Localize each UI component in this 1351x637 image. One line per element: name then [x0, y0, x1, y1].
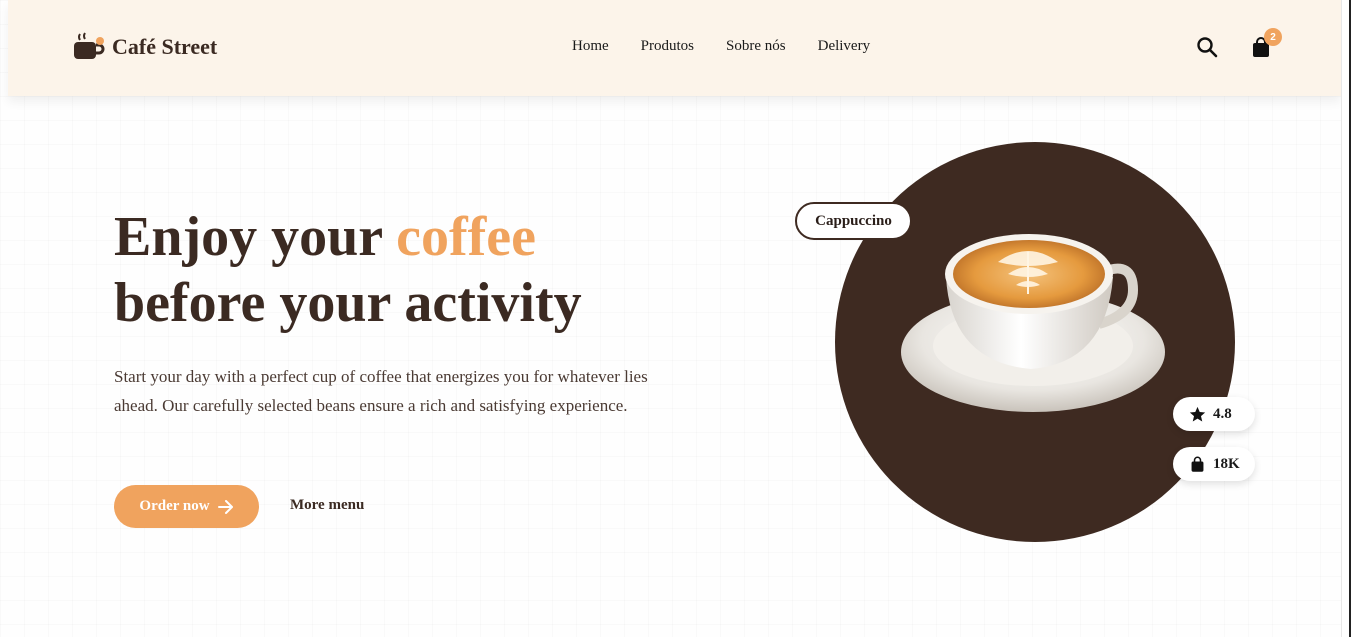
site-header: Café Street Home Produtos Sobre nós Deli… — [8, 0, 1341, 96]
arrow-right-icon — [217, 499, 233, 514]
hero-title-part2: before your activity — [114, 272, 582, 334]
star-icon — [1189, 406, 1206, 422]
page: Café Street Home Produtos Sobre nós Deli… — [0, 0, 1341, 637]
order-now-label: Order now — [139, 498, 210, 514]
search-icon[interactable] — [1196, 36, 1218, 58]
brand-name: Café Street — [112, 34, 218, 59]
nav-item-produtos[interactable]: Produtos — [641, 38, 694, 55]
nav-item-delivery[interactable]: Delivery — [818, 38, 870, 55]
cart-count-badge: 2 — [1264, 28, 1282, 46]
coffee-cup-logo-icon — [74, 32, 105, 59]
cappuccino-cup-image — [901, 234, 1165, 412]
hero-title-accent: coffee — [396, 206, 537, 268]
sold-count-pill: 18K — [1173, 447, 1255, 481]
nav-item-home[interactable]: Home — [572, 38, 609, 55]
more-menu-link[interactable]: More menu — [290, 497, 364, 514]
brand-logo[interactable]: Café Street — [72, 30, 217, 64]
hero-description: Start your day with a perfect cup of cof… — [114, 367, 648, 415]
sold-count-value: 18K — [1213, 455, 1240, 472]
shopping-bag-icon — [1191, 456, 1204, 472]
main-nav: Home Produtos Sobre nós Delivery — [572, 38, 870, 55]
scrollbar[interactable] — [1341, 0, 1351, 637]
product-tag: Cappuccino — [795, 202, 912, 240]
order-now-button[interactable]: Order now — [114, 485, 259, 528]
rating-pill: 4.8 — [1173, 397, 1255, 431]
nav-item-sobre-nos[interactable]: Sobre nós — [726, 38, 786, 55]
hero-title-part1: Enjoy your — [114, 206, 397, 268]
rating-value: 4.8 — [1213, 405, 1232, 422]
hero-title: Enjoy your coffee before your activity — [114, 204, 674, 336]
